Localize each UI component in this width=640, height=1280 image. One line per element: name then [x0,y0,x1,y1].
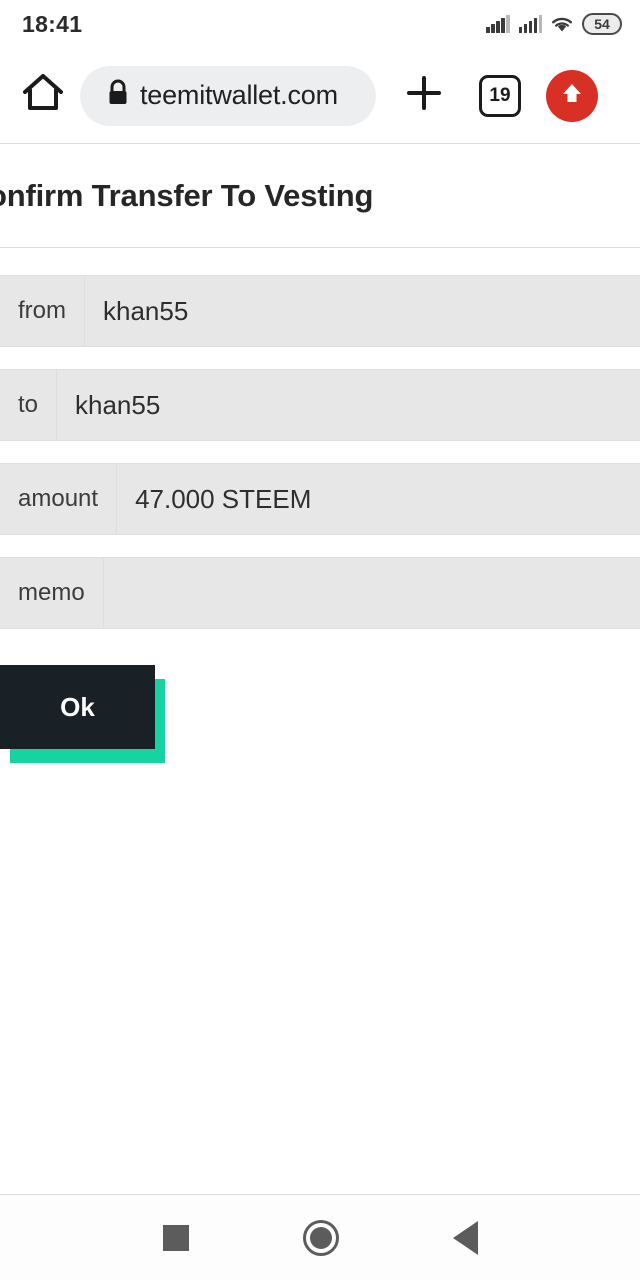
tab-count-icon: 19 [479,74,521,117]
url-bar[interactable]: teemitwallet.com [80,65,376,126]
triangle-back-icon[interactable] [452,1220,478,1255]
upload-arrow-icon [557,78,587,113]
status-bar: 18:41 54 [0,0,640,48]
home-icon [21,72,65,119]
android-nav-bar [0,1194,640,1280]
new-tab-button[interactable] [394,66,454,126]
row-label-from: from [0,275,85,347]
title-divider [0,247,640,248]
status-time: 18:41 [22,10,83,37]
table-row: amount 47.000 STEEM [0,463,640,535]
circle-icon[interactable] [302,1219,339,1256]
browser-toolbar: teemitwallet.com 19 [0,48,640,143]
signal-bars-icon [486,15,510,33]
battery-level: 54 [594,16,610,32]
row-value-from: khan55 [85,275,640,347]
row-value-memo [103,557,640,629]
row-label-memo: memo [0,557,104,629]
square-icon[interactable] [162,1224,189,1251]
ok-button[interactable]: Ok [0,665,155,749]
battery-icon: 54 [582,13,622,35]
table-row: from khan55 [0,275,640,347]
row-value-amount: 47.000 STEEM [117,463,640,535]
signal-bars-icon [518,15,542,33]
wifi-icon [551,15,573,33]
upload-button[interactable] [546,69,598,122]
phone-screen: 18:41 54 teemitwallet.com 19 onfirm Tran… [0,0,640,1280]
lock-icon [106,79,130,112]
table-row: to khan55 [0,369,640,441]
transfer-details-table: from khan55 to khan55 amount 47.000 STEE… [0,275,640,629]
status-icon-group: 54 [486,13,622,35]
plus-icon [404,73,444,118]
tab-count-label: 19 [489,84,511,106]
ok-button-wrapper: Ok [0,665,170,770]
row-label-to: to [0,369,58,441]
row-label-amount: amount [0,463,118,535]
table-row: memo [0,557,640,629]
url-text: teemitwallet.com [140,80,338,110]
row-value-to: khan55 [57,369,640,441]
tab-switcher-button[interactable]: 19 [472,68,528,124]
page-title: onfirm Transfer To Vesting [0,178,374,213]
home-button[interactable] [10,63,76,129]
webpage-content: onfirm Transfer To Vesting from khan55 t… [0,143,640,1194]
